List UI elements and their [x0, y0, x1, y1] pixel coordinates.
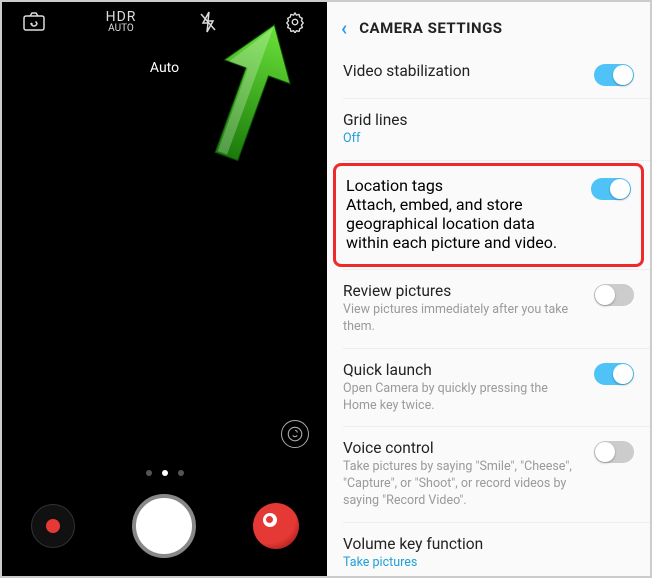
- setting-video-stabilization[interactable]: Video stabilization: [327, 50, 650, 98]
- back-button[interactable]: ‹: [341, 16, 347, 40]
- camera-settings-screen: ‹ CAMERA SETTINGS Video stabilization Gr…: [327, 2, 650, 576]
- pager-dot: [146, 470, 152, 476]
- setting-title: Voice control: [343, 439, 584, 457]
- pager-dot: [178, 470, 184, 476]
- flash-off-icon[interactable]: [188, 11, 228, 33]
- settings-list[interactable]: Video stabilization Grid lines Off Locat…: [327, 50, 650, 576]
- hdr-button[interactable]: HDRAUTO: [101, 10, 141, 34]
- setting-title: Review pictures: [343, 282, 584, 300]
- setting-grid-lines[interactable]: Grid lines Off: [327, 99, 650, 160]
- setting-sub: View pictures immediately after you take…: [343, 302, 584, 336]
- shutter-button[interactable]: [132, 494, 196, 558]
- setting-sub: Attach, embed, and store geographical lo…: [346, 195, 581, 252]
- record-button[interactable]: [31, 504, 75, 548]
- hdr-sub-label: AUTO: [108, 23, 134, 34]
- camera-mode-label: Auto: [2, 60, 327, 76]
- camera-top-bar: HDRAUTO: [2, 2, 327, 42]
- settings-gear-icon[interactable]: [275, 11, 315, 33]
- setting-title: Quick launch: [343, 361, 584, 379]
- camera-app: HDRAUTO Auto: [2, 2, 327, 576]
- setting-title: Volume key function: [343, 535, 634, 553]
- switch-camera-icon[interactable]: [14, 12, 54, 32]
- camera-mode-pager[interactable]: [2, 462, 327, 484]
- setting-sub: Take pictures by saying "Smile", "Cheese…: [343, 459, 584, 510]
- settings-title: CAMERA SETTINGS: [359, 19, 502, 37]
- setting-volume-key-function[interactable]: Volume key function Take pictures: [327, 523, 650, 576]
- toggle-video-stabilization[interactable]: [594, 64, 634, 86]
- camera-viewfinder[interactable]: [2, 76, 327, 462]
- effects-icon[interactable]: [281, 420, 309, 448]
- setting-sub: Open Camera by quickly pressing the Home…: [343, 381, 584, 415]
- setting-title: Video stabilization: [343, 62, 584, 80]
- toggle-location-tags[interactable]: [591, 178, 631, 200]
- gallery-thumbnail[interactable]: [253, 503, 299, 549]
- setting-location-tags-highlighted[interactable]: Location tags Attach, embed, and store g…: [333, 163, 644, 267]
- toggle-voice-control[interactable]: [594, 441, 634, 463]
- setting-title: Location tags: [346, 176, 581, 195]
- toggle-review-pictures[interactable]: [594, 284, 634, 306]
- camera-bottom-bar: [2, 484, 327, 576]
- pager-dot-active: [162, 470, 168, 476]
- setting-title: Grid lines: [343, 111, 634, 129]
- setting-sub: Take pictures: [343, 555, 634, 572]
- setting-voice-control[interactable]: Voice control Take pictures by saying "S…: [327, 427, 650, 522]
- setting-quick-launch[interactable]: Quick launch Open Camera by quickly pres…: [327, 349, 650, 427]
- toggle-quick-launch[interactable]: [594, 363, 634, 385]
- settings-header: ‹ CAMERA SETTINGS: [327, 2, 650, 50]
- setting-sub: Off: [343, 131, 634, 148]
- setting-review-pictures[interactable]: Review pictures View pictures immediatel…: [327, 270, 650, 348]
